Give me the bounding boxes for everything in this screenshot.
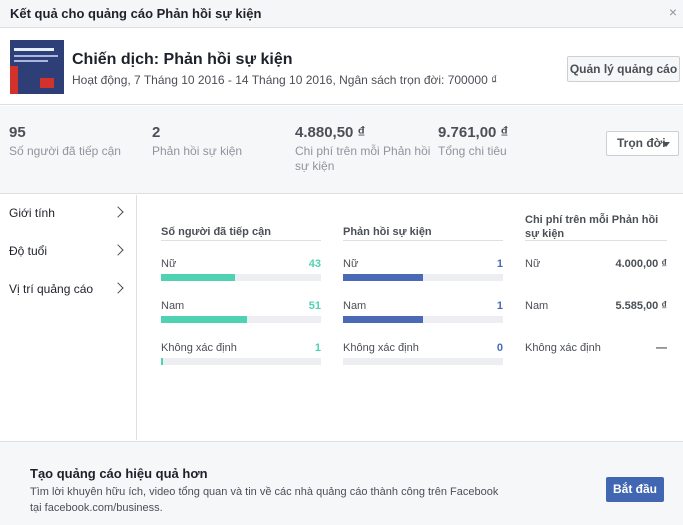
row-value: 1 [496,300,503,312]
stats-bar: 95 Số người đã tiếp cận 2 Phản hồi sự ki… [0,106,683,194]
get-started-button[interactable]: Bắt đầu [606,477,664,502]
sidebar-item-age[interactable]: Độ tuổi [0,233,136,269]
column-header: Số người đã tiếp cận [161,213,321,241]
period-dropdown[interactable]: Trọn đời [606,131,679,156]
stat-label: Tổng chi tiêu [438,144,507,158]
row-value: 1 [314,342,321,354]
bar-track [161,358,321,365]
row-label: Không xác định [525,342,601,354]
row-value: 51 [308,300,321,312]
stat-label: Số người đã tiếp cận [9,144,121,158]
bar-track [343,358,503,365]
row-label: Nam [525,300,549,312]
row-value: 4.000,00 ₫ [615,258,667,270]
row-label: Nữ [161,258,177,270]
bar-track [343,316,503,323]
bar-fill [343,274,423,281]
dialog-title: Kết quả cho quảng cáo Phản hồi sự kiện [10,6,262,21]
sidebar-item-gender[interactable]: Giới tính [0,195,136,231]
bar-track [161,274,321,281]
campaign-name: Chiến dịch: Phản hồi sự kiện [72,51,293,68]
row-value: 1 [496,258,503,270]
breakdown-column-cost-per-response: Chi phí trên mỗi Phản hồi sự kiện Nữ 4.0… [525,213,667,354]
row-label: Nữ [525,258,541,270]
stat-cost-per-response: 4.880,50 ₫ Chi phí trên mỗi Phản hồi sự … [295,124,433,174]
footer-title: Tạo quảng cáo hiệu quả hơn [30,466,208,481]
stat-label: Phản hồi sự kiện [152,144,243,158]
row-value: 43 [308,258,321,270]
row-value: — [656,342,667,354]
campaign-meta: Hoạt động, 7 Tháng 10 2016 - 14 Tháng 10… [72,73,498,87]
chevron-right-icon [112,206,124,218]
row-value: 5.585,00 ₫ [615,300,667,312]
campaign-thumbnail [10,40,64,94]
sidebar-item-label: Giới tính [9,206,55,220]
row-label: Không xác định [161,342,237,354]
caret-down-icon [662,142,670,147]
bar-track [343,274,503,281]
stat-event-responses: 2 Phản hồi sự kiện [152,124,282,159]
bar-fill [161,358,163,365]
sidebar-item-label: Vị trí quảng cáo [9,282,94,296]
column-header: Chi phí trên mỗi Phản hồi sự kiện [525,213,667,241]
chevron-right-icon [112,282,124,294]
column-header: Phản hồi sự kiện [343,213,503,241]
tips-footer: Tạo quảng cáo hiệu quả hơn Tìm lời khuyê… [0,441,683,525]
sidebar-item-label: Độ tuổi [9,244,48,258]
sidebar-item-placement[interactable]: Vị trí quảng cáo [0,271,136,307]
period-dropdown-label: Trọn đời [617,136,666,150]
stat-value: 95 [9,124,26,141]
stat-reach: 95 Số người đã tiếp cận [9,124,139,159]
row-label: Nữ [343,258,359,270]
dialog-header: Kết quả cho quảng cáo Phản hồi sự kiện × [0,0,683,28]
breakdown-sidebar: Giới tính Độ tuổi Vị trí quảng cáo [0,195,137,440]
stat-value: 4.880,50 ₫ [295,124,366,141]
stat-value: 2 [152,124,161,141]
bar-fill [343,316,423,323]
chevron-right-icon [112,244,124,256]
row-label: Nam [343,300,367,312]
stat-total-spend: 9.761,00 ₫ Tổng chi tiêu [438,124,568,159]
bar-track [161,316,321,323]
footer-description: Tìm lời khuyên hữu ích, video tổng quan … [30,486,499,514]
bar-fill [161,316,248,323]
row-label: Nam [161,300,185,312]
row-label: Không xác định [343,342,419,354]
close-icon[interactable]: × [669,5,677,19]
row-value: 0 [496,342,503,354]
stat-label: Chi phí trên mỗi Phản hồi sự kiện [295,144,431,173]
campaign-summary: Chiến dịch: Phản hồi sự kiện Hoạt động, … [0,29,683,105]
manage-ads-button[interactable]: Quản lý quảng cáo [567,56,680,82]
breakdown-column-reach: Số người đã tiếp cận Nữ 43 Nam 51 Không … [161,213,321,365]
bar-fill [161,274,235,281]
breakdown-panel: Số người đã tiếp cận Nữ 43 Nam 51 Không … [138,195,683,440]
stat-value: 9.761,00 ₫ [438,124,509,141]
breakdown-column-event-responses: Phản hồi sự kiện Nữ 1 Nam 1 Không xác đị… [343,213,503,365]
